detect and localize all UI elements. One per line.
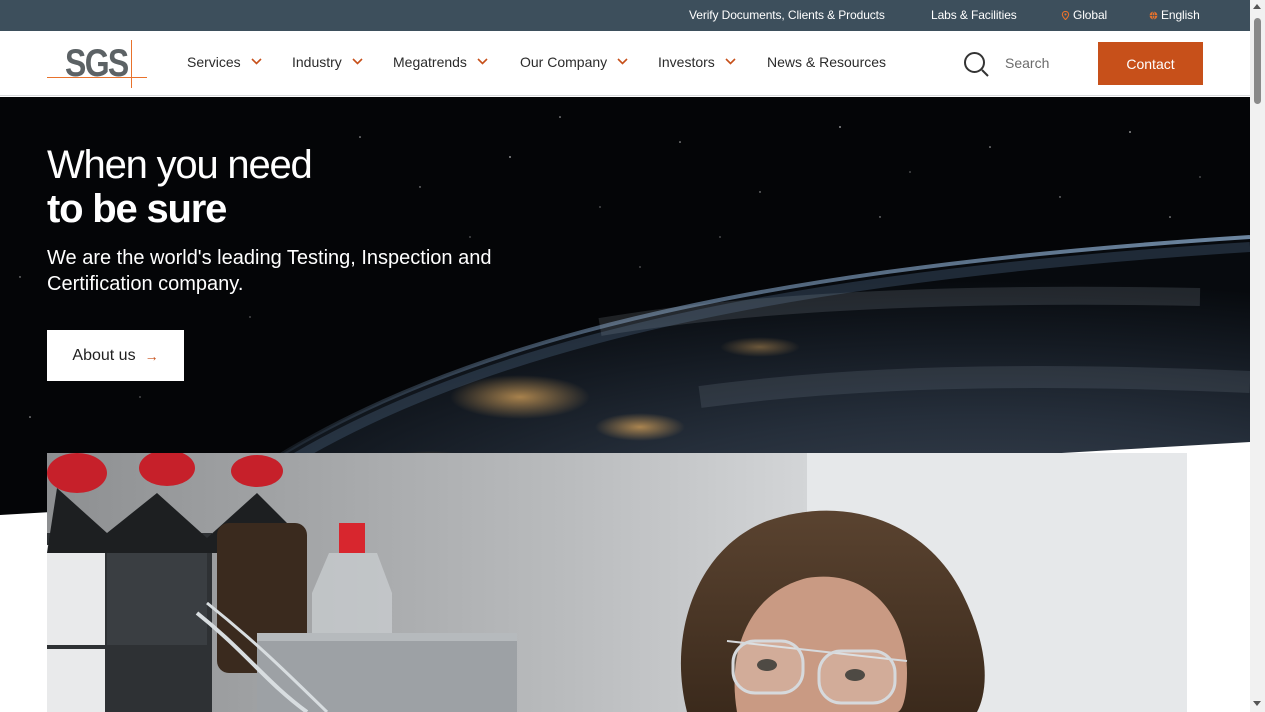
nav-industry-label: Industry <box>292 54 342 70</box>
chevron-down-icon <box>617 58 628 65</box>
nav-megatrends-label: Megatrends <box>393 54 467 70</box>
hero-title-line2: to be sure <box>47 187 227 231</box>
verify-documents-link[interactable]: Verify Documents, Clients & Products <box>689 8 885 22</box>
scroll-down-arrow-icon[interactable] <box>1253 701 1261 706</box>
about-us-button[interactable]: About us → <box>47 330 184 381</box>
globe-icon <box>1149 11 1158 20</box>
chevron-down-icon <box>352 58 363 65</box>
about-us-label: About us <box>72 346 136 364</box>
scroll-up-arrow-icon[interactable] <box>1253 4 1261 9</box>
search-trigger[interactable]: Search <box>963 51 1063 79</box>
nav-services[interactable]: Services <box>187 54 262 70</box>
chevron-down-icon <box>725 58 736 65</box>
nav-news-resources[interactable]: News & Resources <box>767 54 886 70</box>
contact-button[interactable]: Contact <box>1098 42 1203 85</box>
location-pin-icon <box>1061 11 1070 20</box>
global-label: Global <box>1073 8 1108 22</box>
scrollbar-thumb[interactable] <box>1254 18 1261 104</box>
logo-text: SGS <box>65 42 129 85</box>
nav-industry[interactable]: Industry <box>292 54 363 70</box>
hero-subtitle: We are the world's leading Testing, Insp… <box>47 247 492 295</box>
logo-line-vertical <box>131 40 132 88</box>
sgs-logo[interactable]: SGS <box>47 40 147 88</box>
language-selector[interactable]: English <box>1149 8 1200 22</box>
nav-services-label: Services <box>187 54 241 70</box>
chevron-down-icon <box>477 58 488 65</box>
utility-bar: Verify Documents, Clients & Products Lab… <box>0 0 1250 31</box>
nav-investors[interactable]: Investors <box>658 54 736 70</box>
hero-title: When you need to be sure <box>47 143 313 231</box>
nav-investors-label: Investors <box>658 54 715 70</box>
search-label: Search <box>1005 55 1050 71</box>
lab-scientist-photo <box>47 453 1187 712</box>
hero-title-line1: When you need <box>47 143 313 187</box>
main-header: SGS Services Industry Megatrends Our Com… <box>0 31 1250 96</box>
lab-scientist-image <box>47 453 1187 712</box>
global-region-link[interactable]: Global <box>1061 8 1107 22</box>
logo-line-horizontal <box>47 77 147 78</box>
arrow-right-icon: → <box>144 347 159 364</box>
labs-facilities-link[interactable]: Labs & Facilities <box>931 8 1017 22</box>
search-icon <box>964 52 989 77</box>
chevron-down-icon <box>251 58 262 65</box>
nav-megatrends[interactable]: Megatrends <box>393 54 488 70</box>
nav-our-company[interactable]: Our Company <box>520 54 628 70</box>
page-scrollbar[interactable] <box>1250 0 1265 712</box>
language-label: English <box>1161 8 1200 22</box>
nav-our-company-label: Our Company <box>520 54 608 70</box>
